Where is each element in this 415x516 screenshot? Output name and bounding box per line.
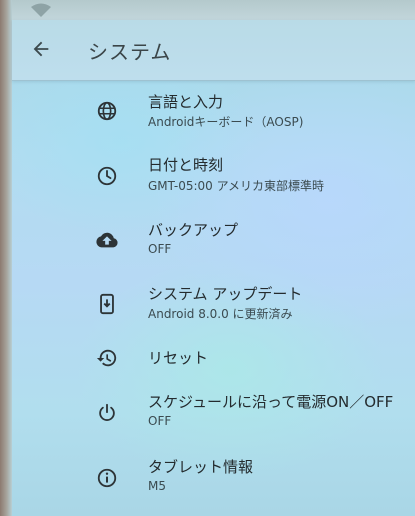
item-summary: Androidキーボード（AOSP) — [148, 115, 304, 129]
item-label: 日付と時刻 — [148, 156, 224, 174]
item-label: バックアップ — [148, 221, 239, 239]
page-title: システム — [88, 40, 172, 64]
settings-item-system-update[interactable]: システム アップデート Android 8.0.0 に更新済み — [12, 274, 415, 334]
item-label: 言語と入力 — [148, 93, 224, 111]
wifi-icon — [31, 3, 51, 17]
item-label: タブレット情報 — [148, 458, 254, 476]
app-bar: システム — [12, 20, 415, 81]
settings-item-tablet-info[interactable]: タブレット情報 M5 — [12, 448, 415, 508]
system-update-icon — [100, 293, 114, 315]
device-bezel — [0, 0, 12, 516]
item-summary: OFF — [148, 242, 172, 256]
settings-item-date-time[interactable]: 日付と時刻 GMT-05:00 アメリカ東部標準時 — [12, 146, 415, 206]
restore-icon — [96, 349, 117, 367]
info-icon — [97, 468, 117, 488]
power-schedule-icon — [99, 403, 115, 421]
item-summary: Android 8.0.0 に更新済み — [148, 307, 293, 321]
status-bar — [12, 0, 415, 20]
item-label: システム アップデート — [148, 285, 303, 303]
settings-item-language-input[interactable]: 言語と入力 Androidキーボード（AOSP) — [12, 82, 415, 142]
item-label: スケジュールに沿って電源ON／OFF — [148, 393, 394, 411]
item-summary: OFF — [148, 414, 172, 428]
settings-screen: システム 言語と入力 Androidキーボード（AOSP) 日付と時刻 GMT-… — [0, 0, 415, 516]
cloud-upload-icon — [96, 232, 118, 248]
item-label: リセット — [148, 349, 209, 367]
back-arrow-icon[interactable] — [30, 38, 52, 60]
globe-icon — [97, 101, 117, 121]
item-summary: GMT-05:00 アメリカ東部標準時 — [148, 179, 325, 193]
settings-item-scheduled-power[interactable]: スケジュールに沿って電源ON／OFF OFF — [12, 383, 415, 443]
clock-icon — [97, 166, 117, 186]
item-summary: M5 — [148, 479, 166, 493]
settings-item-backup[interactable]: バックアップ OFF — [12, 211, 415, 271]
